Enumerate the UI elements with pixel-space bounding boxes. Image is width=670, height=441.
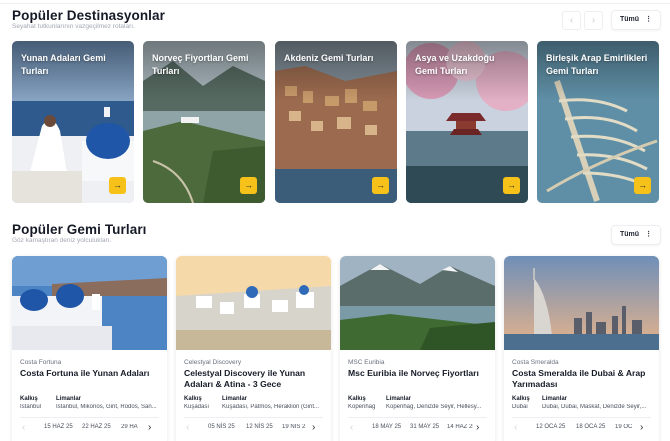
chevron-left-icon[interactable]: ‹ xyxy=(514,422,517,434)
arrow-right-icon[interactable]: → xyxy=(240,177,257,194)
chevron-right-icon[interactable]: › xyxy=(148,422,151,434)
departure-value: İstanbul xyxy=(20,404,42,410)
chevron-left-icon[interactable]: ‹ xyxy=(22,422,25,434)
next-button[interactable]: › xyxy=(584,11,603,30)
ports-value: Kopenhag, Denizde Seyir, Hellesy... xyxy=(386,404,482,410)
more-vertical-icon: ⋮ xyxy=(645,231,653,238)
divider xyxy=(348,417,487,418)
date-option[interactable]: 31 MAY 25 xyxy=(410,424,439,430)
chevron-right-icon[interactable]: › xyxy=(640,422,643,434)
cruises-subtitle: Göz kamaştıran deniz yolculukları. xyxy=(12,237,112,244)
destination-title: Asya ve Uzakdoğu Gemi Turları xyxy=(415,53,495,76)
cruise-title: Celestyal Discovery ile Yunan Adaları & … xyxy=(184,368,306,389)
santorini-image xyxy=(12,256,167,350)
divider xyxy=(20,417,159,418)
destinations-all-button[interactable]: Tümü ⋮ xyxy=(611,10,662,30)
ports-label: Limanlar xyxy=(222,396,248,402)
destination-card-greece[interactable]: Yunan Adaları Gemi Turları → xyxy=(12,41,134,203)
destination-card-norway[interactable]: Norveç Fiyortları Gemi Turları → xyxy=(143,41,265,203)
arrow-right-icon[interactable]: → xyxy=(503,177,520,194)
ports-label: Limanlar xyxy=(386,396,412,402)
fjord-image xyxy=(340,256,495,350)
chevron-left-icon[interactable]: ‹ xyxy=(350,422,353,434)
prev-button[interactable]: ‹ xyxy=(562,11,581,30)
departure-value: Kopenhag xyxy=(348,404,376,410)
cruises-all-button[interactable]: Tümü ⋮ xyxy=(611,225,662,245)
arrow-right-icon[interactable]: → xyxy=(372,177,389,194)
all-label: Tümü xyxy=(620,231,640,238)
date-option[interactable]: 14 HAZ 25 xyxy=(447,424,473,430)
date-option[interactable]: 22 HAZ 25 xyxy=(82,424,111,430)
date-option[interactable]: 12 NİS 25 xyxy=(246,424,273,430)
departure-label: Kalkış xyxy=(512,396,530,402)
ports-label: Limanlar xyxy=(56,396,82,402)
ship-name: Costa Fortuna xyxy=(20,359,62,366)
date-option[interactable]: 18 OCA 25 xyxy=(576,424,605,430)
destinations-title: Popüler Destinasyonlar xyxy=(12,8,165,23)
all-label: Tümü xyxy=(620,16,640,23)
destination-card-asia[interactable]: Asya ve Uzakdoğu Gemi Turları → xyxy=(406,41,528,203)
destination-title: Akdeniz Gemi Turları xyxy=(284,53,374,63)
cruise-card-msc-euribia[interactable]: MSC Euribia Msc Euribia ile Norveç Fiyor… xyxy=(340,256,495,441)
dubai-image xyxy=(504,256,659,350)
destination-card-uae[interactable]: Birleşik Arap Emirlikleri Gemi Turları → xyxy=(537,41,659,203)
ship-name: MSC Euribia xyxy=(348,359,385,366)
cruise-card-costa-smeralda[interactable]: Costa Smeralda Costa Smeralda ile Dubai … xyxy=(504,256,659,441)
departure-label: Kalkış xyxy=(20,396,38,402)
destination-title: Yunan Adaları Gemi Turları xyxy=(21,53,106,76)
date-option[interactable]: 19 NİS 2 xyxy=(282,424,308,430)
date-option[interactable]: 15 HAZ 25 xyxy=(44,424,73,430)
date-option[interactable]: 18 MAY 25 xyxy=(372,424,401,430)
card-shade xyxy=(275,41,397,101)
top-border xyxy=(0,0,670,4)
date-option[interactable]: 12 OCA 25 xyxy=(536,424,565,430)
greek-village-image xyxy=(176,256,331,350)
divider xyxy=(512,417,651,418)
ports-value: İstanbul, Mikonos, Girit, Rodos, San... xyxy=(56,404,157,410)
departure-value: Dubai xyxy=(512,404,528,410)
destination-card-mediterranean[interactable]: Akdeniz Gemi Turları → xyxy=(275,41,397,203)
arrow-right-icon[interactable]: → xyxy=(634,177,651,194)
departure-label: Kalkış xyxy=(184,396,202,402)
ports-value: Kuşadası, Patmos, Heraklion (Girit... xyxy=(222,404,320,410)
cruises-title: Popüler Gemi Turları xyxy=(12,222,147,237)
cruise-title: Costa Smeralda ile Dubai & Arap Yarımada… xyxy=(512,368,646,389)
ship-name: Celestyal Discovery xyxy=(184,359,242,366)
chevron-left-icon[interactable]: ‹ xyxy=(186,422,189,434)
chevron-left-icon: ‹ xyxy=(569,15,574,26)
cruise-title: Msc Euribia ile Norveç Fiyortları xyxy=(348,368,479,378)
date-option[interactable]: 05 NİS 25 xyxy=(208,424,235,430)
destinations-subtitle: Seyahat tutkunlarının vazgeçilmez rotala… xyxy=(12,23,135,30)
ports-value: Dubai, Dubai, Maskat, Denizde Seyir,... xyxy=(542,404,647,410)
cruise-title: Costa Fortuna ile Yunan Adaları xyxy=(20,368,150,378)
ship-name: Costa Smeralda xyxy=(512,359,559,366)
more-vertical-icon: ⋮ xyxy=(645,16,653,23)
chevron-right-icon[interactable]: › xyxy=(312,422,315,434)
chevron-right-icon[interactable]: › xyxy=(476,422,479,434)
divider xyxy=(184,417,323,418)
ports-label: Limanlar xyxy=(542,396,568,402)
destination-title: Norveç Fiyortları Gemi Turları xyxy=(152,53,249,76)
date-option[interactable]: 29 HA xyxy=(121,424,143,430)
cruise-card-costa-fortuna[interactable]: Costa Fortuna Costa Fortuna ile Yunan Ad… xyxy=(12,256,167,441)
arrow-right-icon[interactable]: → xyxy=(109,177,126,194)
cruise-card-celestyal[interactable]: Celestyal Discovery Celestyal Discovery … xyxy=(176,256,331,441)
date-option[interactable]: 19 OC xyxy=(615,424,637,430)
destination-title: Birleşik Arap Emirlikleri Gemi Turları xyxy=(546,53,648,76)
departure-value: Kuşadası xyxy=(184,404,210,410)
chevron-right-icon: › xyxy=(591,15,596,26)
departure-label: Kalkış xyxy=(348,396,366,402)
